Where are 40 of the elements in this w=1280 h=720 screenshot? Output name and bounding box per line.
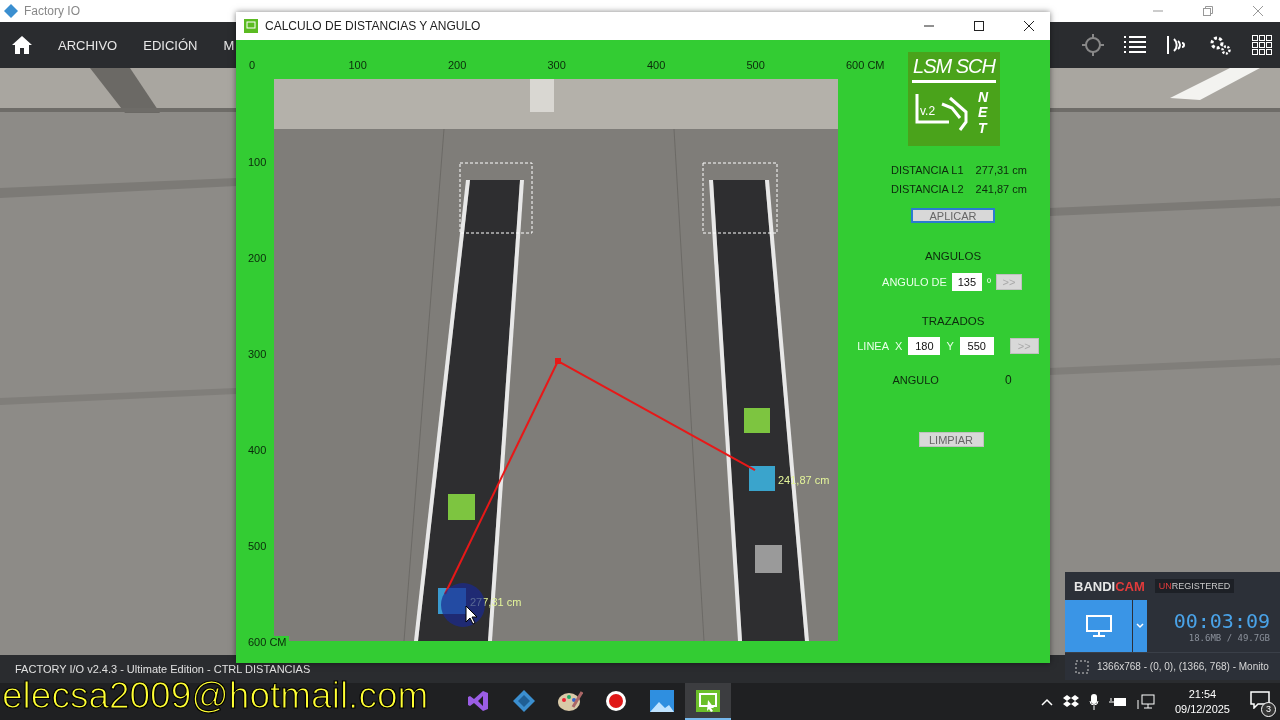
clock-time[interactable]: 21:54 [1188,686,1217,702]
diamond-icon[interactable] [512,688,536,713]
overlay-caption: elecsa2009@hotmail.com [2,677,429,714]
home-icon[interactable] [12,36,32,54]
menu-item[interactable]: EDICIÓN [143,37,198,53]
close-icon[interactable] [1023,21,1034,31]
ruler-label: 100 [348,59,367,71]
capture-area: 1366x768 - (0, 0), (1366, 768) - Monito [1097,661,1269,672]
notification-count: 3 [1261,701,1276,717]
crosshair-icon[interactable] [1082,34,1104,56]
ruler-label: 0 [249,59,256,71]
selection-icon [1075,659,1089,674]
ruler-label: 300 [547,59,566,71]
chevron-up-icon[interactable] [1040,697,1053,706]
microphone-icon[interactable] [1088,693,1099,710]
maximize-icon[interactable] [973,21,984,31]
clock-date[interactable]: 09/12/2025 [1174,701,1230,717]
restore-icon[interactable] [1203,6,1213,16]
app-logo-icon [4,4,18,18]
ruler-label: 400 [647,59,666,71]
menu-item[interactable]: ARCHIVO [58,37,118,53]
ruler-label: 200 [448,59,467,71]
ruler-label: 600 CM [846,59,885,71]
record-icon[interactable] [604,688,628,713]
photo-icon[interactable] [650,689,674,712]
grid-icon[interactable] [1252,35,1272,55]
window-title: Factory IO [24,4,81,18]
code-editor-icon[interactable] [466,688,490,713]
dialog-title: CALCULO DE DISTANCIAS Y ANGULO [265,19,482,33]
menu-item[interactable]: M [223,37,235,53]
box-icon[interactable] [1062,694,1079,709]
ruler-label: 500 [746,59,765,71]
app-icon [244,19,258,33]
settings-icon[interactable] [1208,34,1232,56]
taskbar-button[interactable] [685,683,731,720]
sensor-icon[interactable] [1166,35,1188,55]
status-text: FACTORY I/O v2.4.3 - Ultimate Edition - CTRL DISTANCIAS [15,663,311,675]
network-icon[interactable] [1136,693,1155,710]
list-icon[interactable] [1124,35,1146,55]
measure-app-icon[interactable] [696,689,720,712]
